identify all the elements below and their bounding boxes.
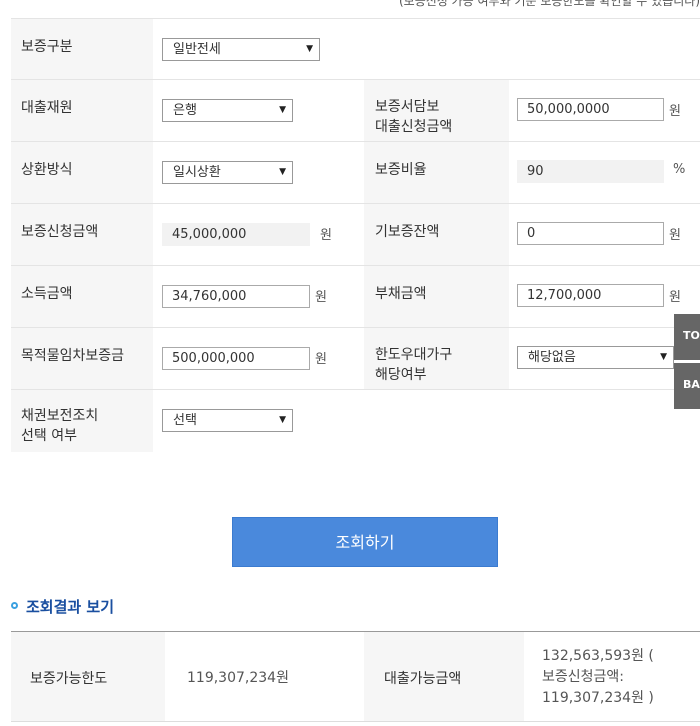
unit-won: 원 [669, 290, 681, 305]
guarantee-loan-request-input[interactable]: 50,000,0000 [517, 98, 664, 121]
guarantee-limit-value: 119,307,234원 [187, 670, 289, 686]
chevron-down-icon: ▼ [279, 415, 286, 425]
guarantee-type-label: 보증구분 [21, 39, 73, 55]
existing-guarantee-balance-label: 기보증잔액 [375, 224, 440, 240]
guarantee-request-amount-label: 보증신청금액 [21, 224, 99, 240]
bond-protection-select[interactable]: 선택 ▼ [162, 409, 293, 432]
guarantee-request-amount-value: 45,000,000 [162, 223, 310, 246]
income-amount-label: 소득금액 [21, 286, 73, 302]
unit-percent: % [673, 162, 686, 177]
form-row-repayment: 상환방식 일시상환 ▼ 보증비율 90 % [11, 142, 700, 204]
guarantee-form: 보증구분 일반전세 ▼ 대출재원 은행 ▼ 보증서담보 대출신청금액 50,00… [11, 18, 700, 452]
bond-protection-label: 채권보전조치 선택 여부 [21, 408, 99, 444]
form-row-guarantee-type: 보증구분 일반전세 ▼ [11, 18, 700, 80]
form-row-bond-protection: 채권보전조치 선택 여부 선택 ▼ [11, 390, 700, 452]
chevron-down-icon: ▼ [306, 44, 313, 54]
form-row-lease-deposit: 목적물임차보증금 500,000,000 원 한도우대가구 해당여부 해당없음 … [11, 328, 700, 390]
result-section-title: 조회결과 보기 [11, 596, 114, 617]
guarantee-loan-request-label: 보증서담보 대출신청금액 [375, 99, 453, 135]
chevron-down-icon: ▼ [660, 352, 667, 362]
unit-won: 원 [669, 104, 681, 119]
unit-won: 원 [315, 352, 327, 367]
guarantee-type-select[interactable]: 일반전세 ▼ [162, 38, 320, 61]
debt-amount-label: 부채금액 [375, 286, 427, 302]
top-note: (보증신청 가능 여부와 기준 보증한도를 확인할 수 있습니다) [398, 0, 700, 8]
guarantee-limit-label: 보증가능한도 [30, 671, 108, 687]
lease-deposit-label: 목적물임차보증금 [21, 348, 125, 364]
chevron-down-icon: ▼ [279, 167, 286, 177]
bullet-icon [11, 602, 18, 609]
unit-won: 원 [669, 228, 681, 243]
loan-source-label: 대출재원 [21, 100, 73, 116]
chevron-down-icon: ▼ [279, 105, 286, 115]
form-row-loan-source: 대출재원 은행 ▼ 보증서담보 대출신청금액 50,000,0000 원 [11, 80, 700, 142]
back-button[interactable]: BACK [674, 363, 700, 409]
preferred-household-label: 한도우대가구 해당여부 [375, 347, 453, 383]
existing-guarantee-balance-input[interactable]: 0 [517, 222, 664, 245]
debt-amount-input[interactable]: 12,700,000 [517, 284, 664, 307]
loan-source-select[interactable]: 은행 ▼ [162, 99, 293, 122]
scroll-top-button[interactable]: TOP [674, 314, 700, 360]
loan-available-label: 대출가능금액 [384, 671, 462, 687]
unit-won: 원 [320, 228, 332, 243]
repayment-method-select[interactable]: 일시상환 ▼ [162, 161, 293, 184]
guarantee-ratio-label: 보증비율 [375, 162, 427, 178]
result-table: 보증가능한도 119,307,234원 대출가능금액 132,563,593원 … [11, 631, 700, 722]
search-button[interactable]: 조회하기 [232, 517, 498, 567]
repayment-method-label: 상환방식 [21, 162, 73, 178]
loan-available-value: 132,563,593원 ( 보증신청금액: 119,307,234원 ) [542, 648, 654, 706]
income-amount-input[interactable]: 34,760,000 [162, 285, 310, 308]
form-row-guarantee-request: 보증신청금액 45,000,000 원 기보증잔액 0 원 [11, 204, 700, 266]
unit-won: 원 [315, 290, 327, 305]
form-row-income: 소득금액 34,760,000 원 부채금액 12,700,000 원 [11, 266, 700, 328]
guarantee-ratio-value: 90 [517, 160, 664, 183]
preferred-household-select[interactable]: 해당없음 ▼ [517, 346, 674, 369]
lease-deposit-input[interactable]: 500,000,000 [162, 347, 310, 370]
